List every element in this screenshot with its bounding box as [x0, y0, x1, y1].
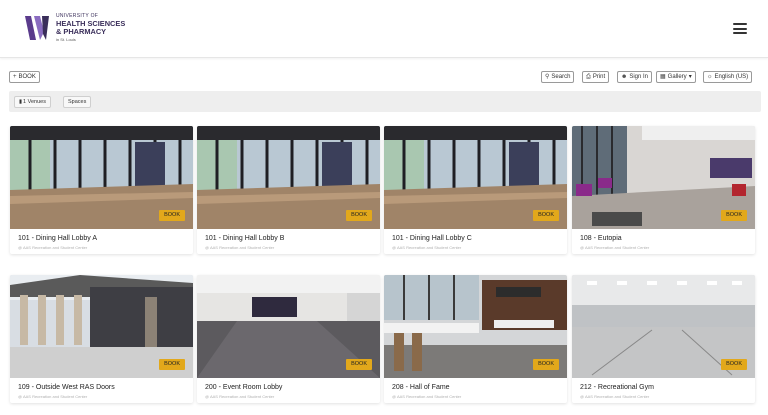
search-button[interactable]: ⚲ Search — [541, 71, 575, 83]
search-icon: ⚲ — [545, 74, 550, 80]
venue-card[interactable]: BOOK 212 - Recreational Gym @ AAS Recrea… — [572, 275, 755, 403]
book-button-label: BOOK — [18, 74, 36, 80]
venue-location: @ AAS Recreation and Student Center — [580, 245, 650, 250]
hamburger-menu-icon[interactable] — [733, 23, 747, 34]
print-button[interactable]: ⎙ Print — [582, 71, 610, 83]
venue-location: @ AAS Recreation and Student Center — [580, 394, 650, 399]
logo-line-pharmacy: & PHARMACY — [56, 27, 107, 37]
chevron-down-icon: ▾ — [688, 74, 692, 80]
language-dropdown-label: English (US) — [714, 74, 749, 80]
gallery-dropdown-label: Gallery — [667, 74, 687, 80]
venue-photo: BOOK — [197, 126, 380, 229]
user-icon: ☻ — [621, 74, 628, 80]
venue-location: @ AAS Recreation and Student Center — [392, 245, 462, 250]
venue-card[interactable]: BOOK 101 - Dining Hall Lobby C @ AAS Rec… — [384, 126, 567, 254]
venue-title[interactable]: 101 - Dining Hall Lobby B — [205, 235, 284, 242]
site-header: UNIVERSITY OF HEALTH SCIENCES & PHARMACY… — [0, 0, 768, 58]
toolbar: + BOOK ⚲ Search ⎙ Print ☻ Sign In ▦ Gallery ▾ … — [0, 71, 768, 83]
book-button[interactable]: + BOOK — [9, 71, 40, 83]
language-icon: ☼ — [707, 74, 713, 80]
grid-icon: ▦ — [660, 74, 666, 80]
venue-photo: BOOK — [197, 275, 380, 378]
plus-icon: + — [13, 74, 17, 80]
venues-filter-label: 1 Venues — [23, 99, 46, 105]
filter-bar: ▮1 Venues Spaces — [9, 91, 761, 112]
book-badge[interactable]: BOOK — [159, 210, 185, 221]
sign-in-button-label: Sign In — [629, 74, 649, 80]
venue-photo: BOOK — [10, 126, 193, 229]
spaces-filter-chip[interactable]: Spaces — [63, 96, 92, 108]
book-badge[interactable]: BOOK — [533, 359, 559, 370]
book-badge[interactable]: BOOK — [721, 359, 747, 370]
venues-filter-chip[interactable]: ▮1 Venues — [14, 96, 51, 108]
venue-title[interactable]: 101 - Dining Hall Lobby C — [392, 235, 472, 242]
venue-photo: BOOK — [384, 275, 567, 378]
venue-title[interactable]: 212 - Recreational Gym — [580, 384, 654, 391]
venue-title[interactable]: 200 - Event Room Lobby — [205, 384, 282, 391]
search-button-label: Search — [551, 74, 571, 80]
book-badge[interactable]: BOOK — [346, 359, 372, 370]
venue-photo: BOOK — [10, 275, 193, 378]
book-badge[interactable]: BOOK — [721, 210, 747, 221]
book-badge[interactable]: BOOK — [533, 210, 559, 221]
print-icon: ⎙ — [586, 74, 591, 80]
building-icon: ▮ — [19, 99, 23, 105]
venue-card[interactable]: BOOK 208 - Hall of Fame @ AAS Recreation… — [384, 275, 567, 403]
venue-title[interactable]: 208 - Hall of Fame — [392, 384, 450, 391]
venue-photo: BOOK — [384, 126, 567, 229]
book-badge[interactable]: BOOK — [159, 359, 185, 370]
venue-title[interactable]: 101 - Dining Hall Lobby A — [18, 235, 97, 242]
venue-location: @ AAS Recreation and Student Center — [18, 394, 88, 399]
gallery-dropdown[interactable]: ▦ Gallery ▾ — [656, 71, 696, 83]
spaces-filter-label: Spaces — [68, 99, 87, 105]
logo-line-health-sciences: HEALTH SCIENCES — [56, 19, 126, 28]
venue-title[interactable]: 109 - Outside West RAS Doors — [18, 384, 115, 391]
sign-in-button[interactable]: ☻ Sign In — [617, 71, 653, 83]
logo-wordmark: UNIVERSITY OF HEALTH SCIENCES & PHARMACY… — [56, 14, 166, 42]
university-logo[interactable]: UNIVERSITY OF HEALTH SCIENCES & PHARMACY… — [22, 12, 142, 46]
venue-card[interactable]: BOOK 109 - Outside West RAS Doors @ AAS … — [10, 275, 193, 403]
venue-card[interactable]: BOOK 200 - Event Room Lobby @ AAS Recrea… — [197, 275, 380, 403]
language-dropdown[interactable]: ☼ English (US) — [703, 71, 753, 83]
print-button-label: Print — [592, 74, 606, 80]
logo-line-location: in St. Louis — [56, 36, 76, 42]
venue-card[interactable]: BOOK 101 - Dining Hall Lobby B @ AAS Rec… — [197, 126, 380, 254]
venue-location: @ AAS Recreation and Student Center — [18, 245, 88, 250]
venue-location: @ AAS Recreation and Student Center — [392, 394, 462, 399]
venue-photo: BOOK — [572, 275, 755, 378]
book-badge[interactable]: BOOK — [346, 210, 372, 221]
venue-location: @ AAS Recreation and Student Center — [205, 394, 275, 399]
venue-photo: BOOK — [572, 126, 755, 229]
venue-title[interactable]: 108 - Eutopia — [580, 235, 622, 242]
venue-location: @ AAS Recreation and Student Center — [205, 245, 275, 250]
venue-card[interactable]: BOOK 108 - Eutopia @ AAS Recreation and … — [572, 126, 755, 254]
logo-mark-icon — [25, 16, 49, 40]
venue-card[interactable]: BOOK 101 - Dining Hall Lobby A @ AAS Rec… — [10, 126, 193, 254]
